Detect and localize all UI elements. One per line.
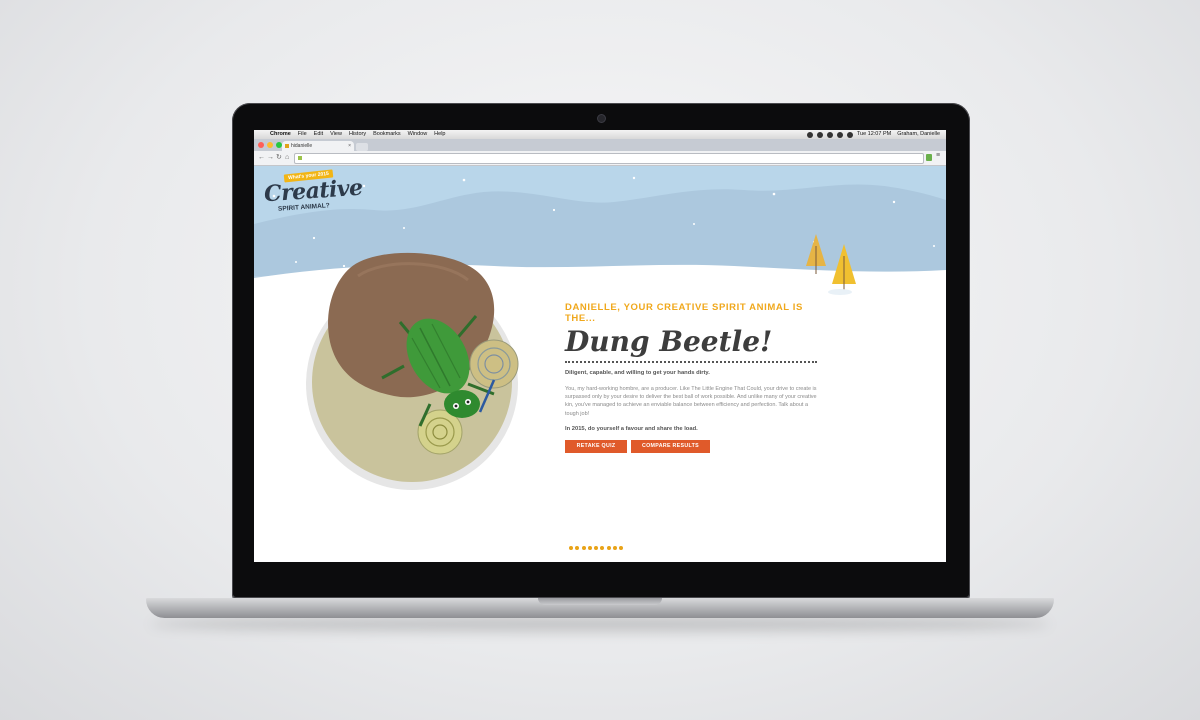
dropbox-icon[interactable] (806, 131, 813, 138)
result-eyebrow: DANIELLE, YOUR CREATIVE SPIRIT ANIMAL IS… (565, 302, 803, 324)
pagination-dot[interactable] (581, 546, 586, 550)
laptop-screen: Chrome File Edit View History Bookmarks … (254, 130, 946, 562)
pagination-dot[interactable] (606, 546, 611, 550)
menu-item-help[interactable]: Help (434, 130, 445, 139)
minimize-window-button[interactable] (267, 142, 273, 148)
beetle-head (444, 390, 480, 418)
menu-item-window[interactable]: Window (408, 130, 428, 139)
laptop-notch (538, 598, 662, 605)
browser-tab[interactable]: hidanielle × (282, 141, 354, 151)
menubar-clock[interactable]: Tue 12:07 PM (857, 130, 891, 139)
reload-icon[interactable]: ↻ (276, 153, 282, 163)
site-logo[interactable]: What's your 2015 Creative SPIRIT ANIMAL? (262, 169, 363, 218)
menu-item-chrome[interactable]: Chrome (270, 130, 291, 139)
laptop-shadow (150, 616, 1050, 632)
browser-toolbar: ← → ↻ ⌂ ≡ (254, 151, 946, 166)
extension-icon[interactable] (926, 154, 932, 161)
webcam (597, 114, 606, 123)
window-controls (258, 142, 282, 148)
close-tab-icon[interactable]: × (348, 141, 351, 151)
retake-quiz-button[interactable]: RETAKE QUIZ (565, 439, 627, 453)
page-favicon-icon (298, 156, 302, 160)
menu-item-view[interactable]: View (330, 130, 342, 139)
status-area: Tue 12:07 PM Graham, Danielle (806, 130, 946, 139)
forward-arrow-icon[interactable]: → (267, 153, 274, 163)
pagination-dot[interactable] (575, 546, 580, 550)
result-description: You, my hard-working hombre, are a produ… (565, 386, 817, 417)
wifi-icon[interactable] (826, 131, 833, 138)
result-cta: In 2015, do yourself a favour and share … (565, 425, 698, 432)
bluetooth-icon[interactable] (816, 131, 823, 138)
close-window-button[interactable] (258, 142, 264, 148)
mac-menu-bar: Chrome File Edit View History Bookmarks … (254, 130, 946, 139)
action-buttons: RETAKE QUIZ COMPARE RESULTS (565, 439, 825, 453)
menu-item-bookmarks[interactable]: Bookmarks (373, 130, 401, 139)
pagination-dot[interactable] (569, 546, 573, 550)
web-page: What's your 2015 Creative SPIRIT ANIMAL?… (254, 166, 946, 562)
pagination-dot[interactable] (594, 546, 599, 550)
pagination-dot[interactable] (613, 546, 618, 550)
battery-icon[interactable] (846, 131, 853, 138)
pagination-dot[interactable] (587, 546, 592, 550)
pagination-dot[interactable] (600, 546, 605, 550)
volume-icon[interactable] (836, 131, 843, 138)
menubar-user[interactable]: Graham, Danielle (897, 130, 940, 139)
new-tab-button[interactable] (356, 143, 368, 151)
browser-tab-strip: hidanielle × (254, 139, 946, 151)
result-title: Dung Beetle! (565, 325, 817, 363)
chrome-menu-icon[interactable]: ≡ (936, 152, 940, 159)
menu-item-history[interactable]: History (349, 130, 366, 139)
menu-item-file[interactable]: File (298, 130, 307, 139)
pagination-dots (569, 546, 624, 550)
result-tagline: Diligent, capable, and willing to get yo… (565, 370, 710, 376)
home-icon[interactable]: ⌂ (285, 153, 289, 163)
pagination-dot[interactable] (619, 546, 624, 550)
back-arrow-icon[interactable]: ← (258, 153, 265, 163)
tab-title: hidanielle (291, 143, 313, 149)
result-content: DANIELLE, YOUR CREATIVE SPIRIT ANIMAL IS… (565, 302, 825, 453)
favicon-icon (285, 144, 289, 148)
compare-results-button[interactable]: COMPARE RESULTS (631, 439, 710, 453)
address-bar[interactable] (294, 153, 924, 164)
menu-item-edit[interactable]: Edit (314, 130, 323, 139)
